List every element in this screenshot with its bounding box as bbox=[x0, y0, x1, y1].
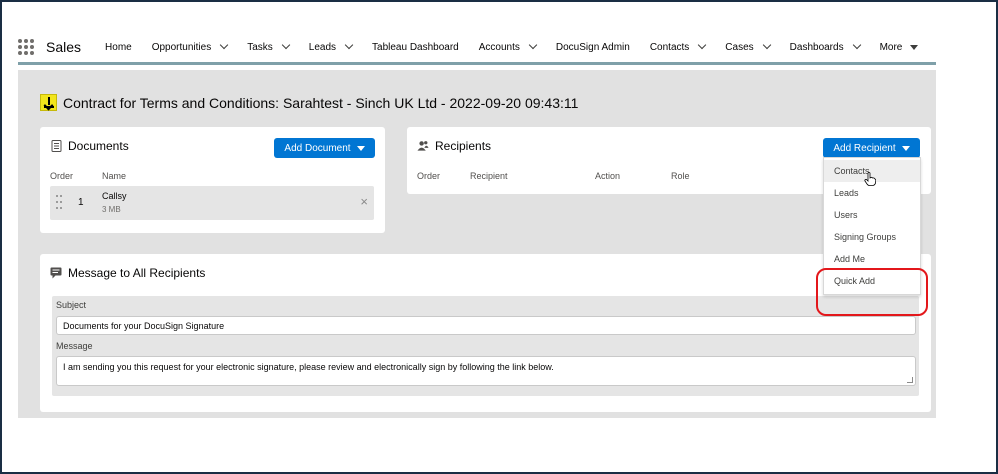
col-name: Name bbox=[102, 171, 127, 181]
add-document-button[interactable]: Add Document bbox=[274, 138, 375, 158]
nav-item-accounts[interactable]: Accounts bbox=[479, 40, 538, 53]
recipients-heading: Recipients bbox=[435, 139, 492, 153]
page-title: Contract for Terms and Conditions: Sarah… bbox=[63, 94, 579, 111]
col-action: Action bbox=[595, 171, 621, 181]
chevron-down-icon[interactable] bbox=[528, 40, 538, 50]
menu-item-signing-groups[interactable]: Signing Groups bbox=[824, 226, 920, 248]
doc-name: Callsy bbox=[102, 191, 127, 201]
documents-heading: Documents bbox=[68, 139, 129, 153]
chevron-down-icon[interactable] bbox=[344, 40, 354, 50]
doc-size: 3 MB bbox=[102, 205, 121, 214]
chevron-down-icon[interactable] bbox=[219, 40, 229, 50]
doc-order: 1 bbox=[78, 197, 84, 208]
nav-item-leads[interactable]: Leads bbox=[309, 40, 354, 53]
menu-item-users[interactable]: Users bbox=[824, 204, 920, 226]
subject-label: Subject bbox=[56, 300, 87, 310]
recipients-header: Recipients bbox=[417, 139, 491, 153]
people-icon bbox=[417, 140, 429, 152]
add-recipient-button[interactable]: Add Recipient bbox=[823, 138, 920, 158]
chevron-down-icon[interactable] bbox=[698, 40, 707, 50]
table-row[interactable]: 1 Callsy 3 MB × bbox=[50, 186, 374, 220]
nav-item-docusign-admin[interactable]: DocuSign Admin bbox=[556, 42, 630, 53]
menu-item-add-me[interactable]: Add Me bbox=[824, 248, 920, 270]
app-launcher-icon[interactable] bbox=[18, 39, 34, 55]
caret-down-icon bbox=[356, 145, 365, 151]
global-nav: Sales Home Opportunities Tasks Leads Tab… bbox=[18, 30, 936, 64]
col-role: Role bbox=[671, 171, 690, 181]
chevron-down-icon[interactable] bbox=[852, 40, 861, 50]
hand-cursor-icon bbox=[864, 172, 876, 186]
highlight-ring bbox=[816, 268, 928, 316]
nav-item-more[interactable]: More bbox=[880, 42, 919, 53]
chevron-down-icon[interactable] bbox=[281, 40, 291, 50]
resize-handle-icon[interactable] bbox=[907, 377, 913, 383]
message-label: Message bbox=[56, 341, 93, 351]
nav-item-tableau-dashboard[interactable]: Tableau Dashboard bbox=[372, 42, 459, 53]
drag-handle-icon[interactable] bbox=[56, 195, 62, 211]
page-body: Contract for Terms and Conditions: Sarah… bbox=[18, 70, 936, 418]
message-textarea[interactable]: I am sending you this request for your e… bbox=[56, 356, 916, 386]
nav-item-home[interactable]: Home bbox=[105, 42, 132, 53]
remove-icon[interactable]: × bbox=[360, 195, 368, 209]
chat-icon bbox=[50, 267, 62, 279]
col-order: Order bbox=[417, 171, 441, 181]
message-heading: Message to All Recipients bbox=[68, 266, 206, 280]
caret-down-icon bbox=[901, 145, 910, 151]
col-recipient: Recipient bbox=[470, 171, 508, 181]
subject-input[interactable]: Documents for your DocuSign Signature bbox=[56, 316, 916, 335]
download-icon bbox=[40, 94, 57, 111]
message-form: Subject Documents for your DocuSign Sign… bbox=[52, 296, 919, 396]
caret-down-icon[interactable] bbox=[910, 44, 919, 50]
nav-item-contacts[interactable]: Contacts bbox=[650, 40, 707, 53]
document-icon bbox=[50, 140, 62, 152]
nav-item-opportunities[interactable]: Opportunities bbox=[152, 40, 229, 53]
nav-underline bbox=[18, 62, 936, 65]
documents-header: Documents bbox=[50, 139, 129, 153]
nav-item-cases[interactable]: Cases bbox=[725, 40, 771, 53]
message-header: Message to All Recipients bbox=[50, 266, 205, 280]
message-card: Message to All Recipients Subject Docume… bbox=[40, 254, 931, 412]
app-name: Sales bbox=[46, 39, 82, 55]
page-header: Contract for Terms and Conditions: Sarah… bbox=[40, 94, 578, 111]
nav-item-tasks[interactable]: Tasks bbox=[247, 40, 291, 53]
col-order: Order bbox=[50, 171, 74, 181]
chevron-down-icon[interactable] bbox=[762, 40, 771, 50]
documents-card: Documents Add Document Order Name 1 Call… bbox=[40, 127, 385, 233]
nav-item-dashboards[interactable]: Dashboards bbox=[790, 40, 861, 53]
